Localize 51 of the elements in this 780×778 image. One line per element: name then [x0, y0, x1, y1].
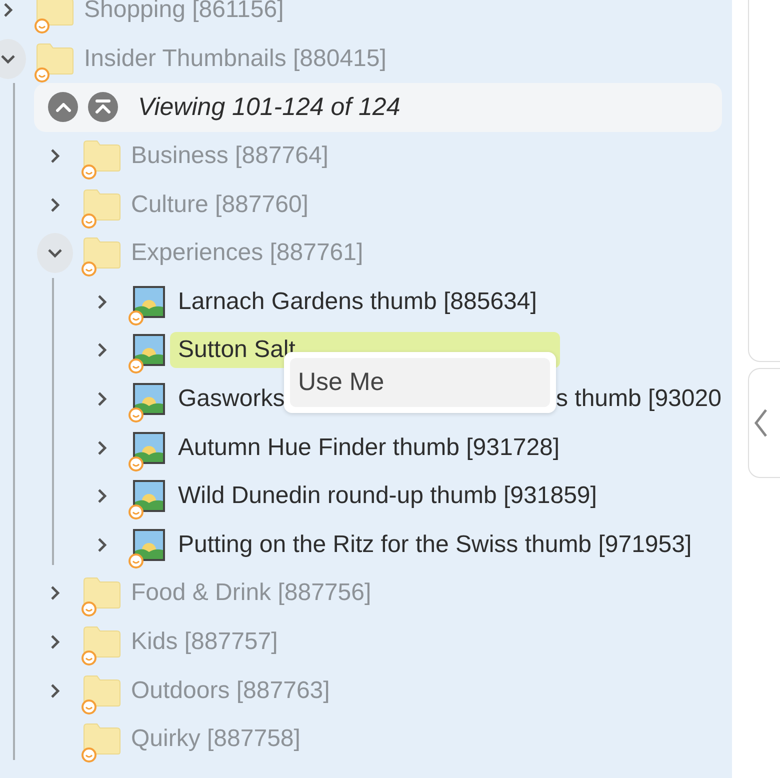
item-label[interactable]: Wild Dunedin round-up thumb [931859]	[170, 478, 605, 514]
expand-toggle[interactable]	[0, 38, 26, 79]
expand-toggle[interactable]	[37, 233, 73, 274]
smiley-badge-icon	[128, 310, 144, 326]
chevron-up-icon	[56, 102, 70, 112]
smiley-badge-icon	[128, 456, 144, 472]
smiley-badge-icon	[34, 18, 50, 34]
smiley-badge-icon	[128, 358, 144, 374]
item-label[interactable]: Putting on the Ritz for the Swiss thumb [971953]	[170, 526, 700, 563]
folder-label[interactable]: Kids [887757]	[123, 624, 286, 660]
smiley-badge-icon	[128, 552, 144, 569]
up-button[interactable]	[48, 92, 78, 122]
folder-icon	[83, 723, 121, 756]
item-label[interactable]: Larnach Gardens thumb [885634]	[170, 284, 545, 320]
chevron-left-icon	[753, 408, 769, 438]
folder-icon	[83, 674, 121, 707]
top-button[interactable]	[88, 92, 118, 122]
image-icon	[133, 383, 165, 416]
smiley-badge-icon	[81, 747, 97, 764]
folder-label[interactable]: Outdoors [887763]	[123, 672, 338, 709]
folder-icon	[83, 626, 121, 658]
pager-status: Viewing 101-124 of 124	[138, 92, 400, 122]
smiley-badge-icon	[128, 407, 144, 424]
smiley-badge-icon	[81, 261, 97, 278]
folder-label[interactable]: Food & Drink [887756]	[123, 575, 380, 612]
folder-icon	[83, 577, 121, 610]
image-icon	[133, 334, 165, 366]
smiley-badge-icon	[81, 164, 97, 180]
image-icon	[133, 286, 165, 318]
image-icon	[133, 528, 165, 561]
smiley-badge-icon	[81, 212, 97, 229]
folder-label[interactable]: Business [887764]	[123, 138, 336, 174]
folder-icon	[36, 42, 74, 75]
folder-label[interactable]: Quirky [887758]	[123, 721, 308, 758]
folder-label[interactable]: Experiences [887761]	[123, 235, 372, 272]
smiley-badge-icon	[81, 698, 97, 715]
menu-item[interactable]: Use Me	[290, 358, 550, 407]
item-label[interactable]: Autumn Hue Finder thumb [931728]	[170, 430, 568, 466]
folder-label[interactable]: Culture [887760]	[123, 186, 316, 223]
smiley-badge-icon	[81, 650, 97, 666]
folder-label[interactable]: Insider Thumbnails [880415]	[76, 40, 394, 77]
item-label[interactable]: s thumb [93020	[556, 381, 730, 418]
smiley-badge-icon	[81, 601, 97, 618]
folder-label[interactable]: Shopping [861156]	[76, 0, 292, 28]
folder-icon	[83, 188, 121, 221]
image-icon	[133, 480, 165, 512]
smiley-badge-icon	[128, 504, 144, 520]
folder-icon	[83, 140, 121, 172]
image-icon	[133, 432, 165, 464]
folder-icon	[36, 0, 74, 26]
folder-icon	[83, 237, 121, 270]
